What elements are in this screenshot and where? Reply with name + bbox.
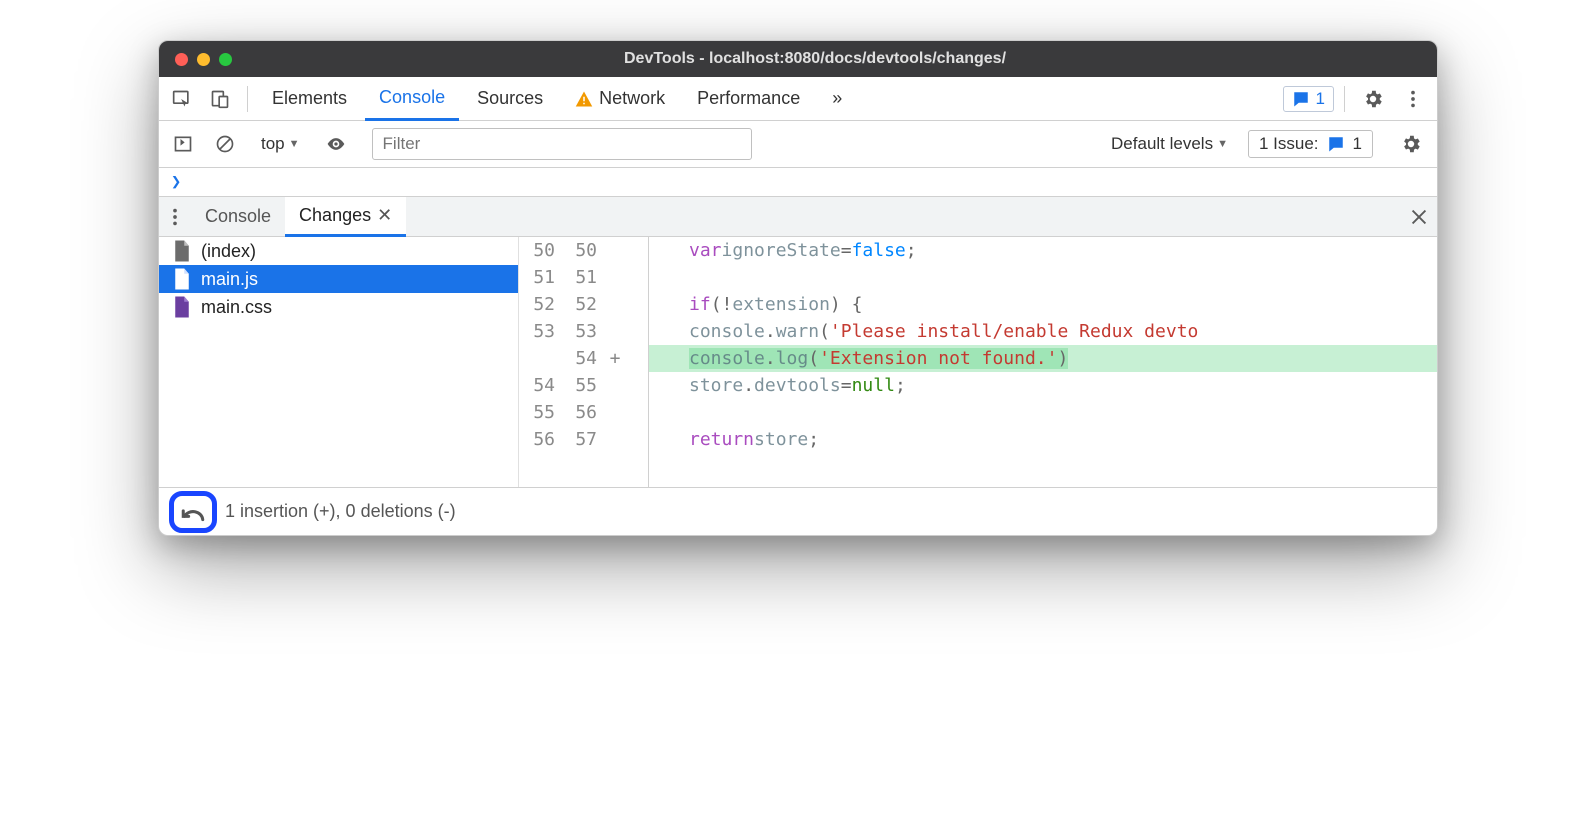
filter-input[interactable] bbox=[372, 128, 752, 160]
file-item-index[interactable]: (index) bbox=[159, 237, 518, 265]
diff-line bbox=[649, 264, 1437, 291]
revert-button[interactable] bbox=[169, 491, 217, 533]
tab-sources[interactable]: Sources bbox=[463, 77, 557, 121]
file-item-main-css[interactable]: main.css bbox=[159, 293, 518, 321]
divider bbox=[1344, 86, 1345, 112]
diff-line: console.log('Extension not found.') bbox=[649, 345, 1437, 372]
zoom-window-button[interactable] bbox=[219, 53, 232, 66]
device-toolbar-icon[interactable] bbox=[203, 82, 237, 116]
close-tab-icon[interactable]: ✕ bbox=[377, 205, 392, 226]
file-icon bbox=[173, 240, 191, 262]
issues-box[interactable]: 1 Issue: 1 bbox=[1248, 130, 1373, 158]
drawer-tabstrip: Console Changes ✕ bbox=[159, 197, 1437, 237]
minimize-window-button[interactable] bbox=[197, 53, 210, 66]
title-bar: DevTools - localhost:8080/docs/devtools/… bbox=[159, 41, 1437, 77]
diff-view: 505051515252535354+545555565657 var igno… bbox=[519, 237, 1437, 487]
devtools-window: DevTools - localhost:8080/docs/devtools/… bbox=[158, 40, 1438, 536]
drawer-more-button[interactable] bbox=[159, 199, 191, 235]
window-title: DevTools - localhost:8080/docs/devtools/… bbox=[248, 50, 1437, 68]
tab-console[interactable]: Console bbox=[365, 77, 459, 121]
tab-performance[interactable]: Performance bbox=[683, 77, 814, 121]
undo-icon bbox=[180, 502, 206, 522]
file-name: main.js bbox=[201, 269, 258, 290]
main-tabstrip: Elements Console Sources Network Perform… bbox=[159, 77, 1437, 121]
chevron-down-icon: ▼ bbox=[1217, 138, 1228, 150]
tab-elements[interactable]: Elements bbox=[258, 77, 361, 121]
drawer-close-button[interactable] bbox=[1401, 199, 1437, 235]
issue-icon bbox=[1292, 90, 1310, 108]
inspect-icon[interactable] bbox=[165, 82, 199, 116]
clear-console-icon[interactable] bbox=[209, 128, 241, 160]
console-settings-button[interactable] bbox=[1393, 126, 1429, 162]
console-prompt[interactable]: ❯ bbox=[159, 168, 1437, 197]
changes-panel: (index) main.js main.css 505051515252535… bbox=[159, 237, 1437, 487]
sidebar-toggle-icon[interactable] bbox=[167, 128, 199, 160]
close-window-button[interactable] bbox=[175, 53, 188, 66]
tab-network-label: Network bbox=[599, 88, 665, 109]
file-name: (index) bbox=[201, 241, 256, 262]
line-gutter: 505051515252535354+545555565657 bbox=[519, 237, 649, 487]
more-button[interactable] bbox=[1395, 81, 1431, 117]
live-expression-icon[interactable] bbox=[320, 128, 352, 160]
file-icon bbox=[173, 296, 191, 318]
file-name: main.css bbox=[201, 297, 272, 318]
drawer-tab-console[interactable]: Console bbox=[191, 197, 285, 237]
drawer-tab-changes-label: Changes bbox=[299, 205, 371, 226]
diff-line: store.devtools = null; bbox=[649, 372, 1437, 399]
issues-count: 1 bbox=[1353, 134, 1362, 154]
file-icon bbox=[173, 268, 191, 290]
issues-badge[interactable]: 1 bbox=[1283, 86, 1334, 112]
console-toolbar: top ▼ Default levels ▼ 1 Issue: 1 bbox=[159, 121, 1437, 168]
diff-line: return store; bbox=[649, 426, 1437, 453]
changes-footer: 1 insertion (+), 0 deletions (-) bbox=[159, 487, 1437, 535]
diff-line: console.warn('Please install/enable Redu… bbox=[649, 318, 1437, 345]
warning-icon bbox=[575, 90, 593, 108]
diff-line: if (!extension) { bbox=[649, 291, 1437, 318]
issue-icon bbox=[1327, 135, 1345, 153]
drawer-tab-changes[interactable]: Changes ✕ bbox=[285, 197, 406, 237]
file-item-main-js[interactable]: main.js bbox=[159, 265, 518, 293]
divider bbox=[247, 86, 248, 112]
diff-line: var ignoreState = false; bbox=[649, 237, 1437, 264]
tab-network[interactable]: Network bbox=[561, 77, 679, 121]
file-list: (index) main.js main.css bbox=[159, 237, 519, 487]
levels-label: Default levels bbox=[1111, 134, 1213, 154]
diff-line bbox=[649, 399, 1437, 426]
code-area[interactable]: var ignoreState = false; if (!extension)… bbox=[649, 237, 1437, 487]
diff-summary: 1 insertion (+), 0 deletions (-) bbox=[225, 501, 456, 522]
issues-label: 1 Issue: bbox=[1259, 134, 1319, 154]
issue-count: 1 bbox=[1316, 89, 1325, 109]
settings-button[interactable] bbox=[1355, 81, 1391, 117]
context-selector[interactable]: top ▼ bbox=[261, 134, 300, 154]
chevron-down-icon: ▼ bbox=[289, 138, 300, 150]
context-label: top bbox=[261, 134, 285, 154]
traffic-lights bbox=[159, 53, 248, 66]
log-levels-selector[interactable]: Default levels ▼ bbox=[1111, 134, 1228, 154]
tab-overflow[interactable]: » bbox=[818, 77, 856, 121]
